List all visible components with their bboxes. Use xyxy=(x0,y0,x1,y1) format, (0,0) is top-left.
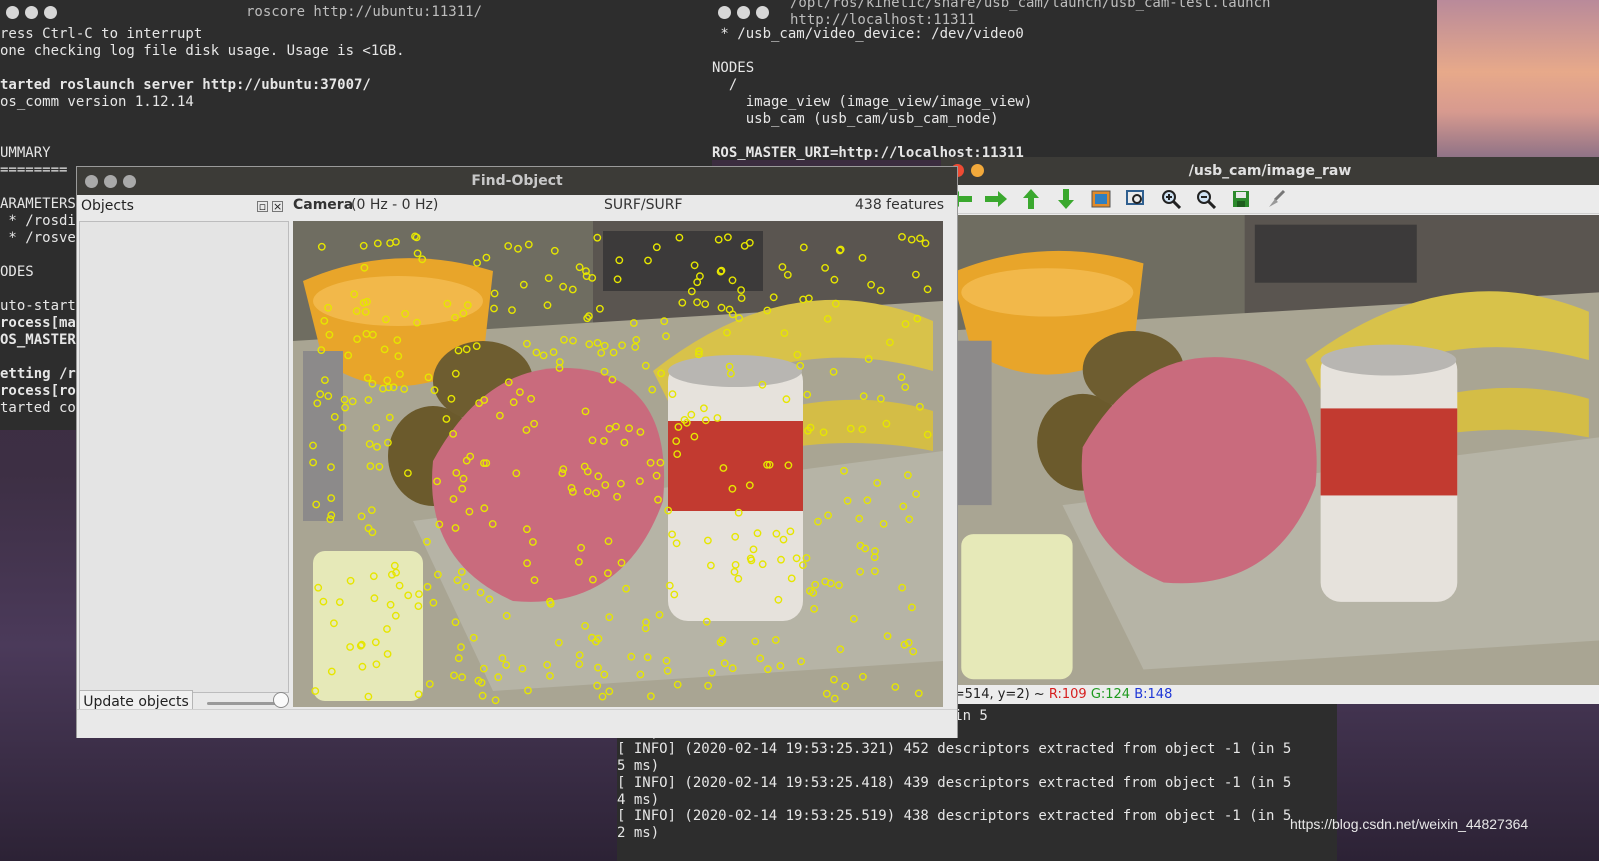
camera-rate: (0 Hz - 0 Hz) xyxy=(351,197,439,213)
float-dock-icon[interactable]: ▫ xyxy=(257,200,268,212)
camera-image-raw[interactable] xyxy=(941,215,1599,685)
scene-can-top xyxy=(1320,344,1457,376)
pixel-info-bar: (x=514, y=2) ~ R:109 G:124 B:148 xyxy=(941,686,1599,704)
scene-can-top xyxy=(668,355,802,387)
close-dock-icon[interactable]: × xyxy=(272,200,283,212)
terminal-usbcam-titlebar[interactable]: /opt/ros/kinetic/share/usb_cam/launch/us… xyxy=(712,0,1437,28)
maximize-icon[interactable] xyxy=(44,5,57,19)
objects-list[interactable] xyxy=(79,221,289,693)
close-icon[interactable] xyxy=(6,5,19,19)
find-object-titlebar[interactable]: Find-Object xyxy=(77,167,957,195)
pixel-red: R:109 xyxy=(1048,687,1087,702)
scene-can-label xyxy=(1320,408,1458,496)
arrow-up-icon[interactable] xyxy=(1019,188,1043,210)
find-object-statusbar xyxy=(77,709,957,738)
objects-label: Objects xyxy=(81,198,134,214)
terminal-line: UMMARY xyxy=(0,145,51,161)
terminal-usbcam-title: /opt/ros/kinetic/share/usb_cam/launch/us… xyxy=(790,0,1271,28)
log-line: 5 ms) xyxy=(617,758,660,775)
save-icon[interactable] xyxy=(1229,188,1253,210)
find-object-title: Find-Object xyxy=(471,173,563,189)
pixel-green: G:124 xyxy=(1090,687,1131,702)
minimize-icon[interactable] xyxy=(25,5,38,19)
terminal-line: ress Ctrl-C to interrupt xyxy=(0,26,203,42)
arrow-right-icon[interactable] xyxy=(984,188,1008,210)
detector-label: SURF/SURF xyxy=(604,197,683,213)
log-line: [ INFO] (2020-02-14 19:53:25.321) 452 de… xyxy=(617,741,1292,758)
objects-size-slider-handle[interactable] xyxy=(273,692,289,708)
log-line: [ INFO] (2020-02-14 19:53:25.418) 439 de… xyxy=(617,774,1292,791)
terminal-line: usb_cam (usb_cam/usb_cam_node) xyxy=(712,111,999,127)
terminal-roscore-titlebar[interactable]: roscore http://ubuntu:11311/ xyxy=(0,0,712,24)
log-line: 4 ms) xyxy=(617,791,660,808)
scene-sponge xyxy=(313,551,423,701)
camera-image-raw-picture xyxy=(941,215,1599,685)
terminal-line: os_comm version 1.12.14 xyxy=(0,94,194,110)
terminal-line xyxy=(0,60,712,77)
pixel-blue: B:148 xyxy=(1134,687,1173,702)
terminal-line: tarted roslaunch server http://ubuntu:37… xyxy=(0,77,371,93)
scene-box xyxy=(603,231,763,291)
close-icon[interactable] xyxy=(718,5,731,19)
scene-box xyxy=(1254,224,1417,283)
objects-dock-header: Objects ▫ × xyxy=(77,195,287,217)
terminal-line xyxy=(712,43,1437,60)
terminal-roscore-title: roscore http://ubuntu:11311/ xyxy=(246,3,483,20)
zoom-out-icon[interactable] xyxy=(1194,188,1218,210)
scene-sponge xyxy=(961,534,1073,680)
terminal-usbcam-launch[interactable]: /opt/ros/kinetic/share/usb_cam/launch/us… xyxy=(712,0,1437,160)
maximize-icon[interactable] xyxy=(756,5,769,19)
watermark: https://blog.csdn.net/weixin_44827364 xyxy=(1290,816,1529,832)
log-line: 2 ms) xyxy=(617,824,660,841)
objects-size-slider-track[interactable] xyxy=(207,702,282,705)
terminal-line: image_view (image_view/image_view) xyxy=(712,94,1033,110)
camera-feature-picture xyxy=(293,221,943,707)
terminal-line xyxy=(0,128,712,145)
find-object-window[interactable]: Find-Object Objects ▫ × Update objects C… xyxy=(76,166,958,738)
terminal-line: one checking log file disk usage. Usage … xyxy=(0,43,405,59)
scene-bowl-rim xyxy=(961,268,1134,317)
image-view-title: /usb_cam/image_raw xyxy=(1188,163,1352,179)
image-icon[interactable] xyxy=(1089,188,1113,210)
scene-can-label xyxy=(668,421,803,511)
image-view-toolbar xyxy=(941,185,1599,214)
arrow-down-icon[interactable] xyxy=(1054,188,1078,210)
image-view-window[interactable]: /usb_cam/image_raw (x=514, y=2) ~ R:109 … xyxy=(941,157,1599,704)
brush-icon[interactable] xyxy=(1264,188,1288,210)
terminal-line xyxy=(0,111,712,128)
zoom-in-icon[interactable] xyxy=(1159,188,1183,210)
terminal-usbcam-output: * /usb_cam/video_device: /dev/video0 NOD… xyxy=(712,24,1437,160)
camera-feature-view[interactable] xyxy=(293,221,943,707)
terminal-line: NODES xyxy=(712,60,755,76)
fit-view-icon[interactable] xyxy=(1124,188,1148,210)
objects-dock: Objects ▫ × Update objects xyxy=(77,195,289,737)
feature-count: 438 features xyxy=(855,197,945,213)
desktop-wallpaper xyxy=(1437,0,1599,160)
terminal-line xyxy=(712,128,1437,145)
minimize-icon[interactable] xyxy=(737,5,750,19)
scene-gray-object xyxy=(303,351,343,521)
camera-header: Camera (0 Hz - 0 Hz) SURF/SURF 438 featu… xyxy=(293,195,953,219)
image-view-titlebar[interactable]: /usb_cam/image_raw xyxy=(941,157,1599,185)
camera-label: Camera xyxy=(293,197,354,213)
log-line: [ INFO] (2020-02-14 19:53:25.519) 438 de… xyxy=(617,808,1292,825)
terminal-line: / xyxy=(712,77,738,93)
